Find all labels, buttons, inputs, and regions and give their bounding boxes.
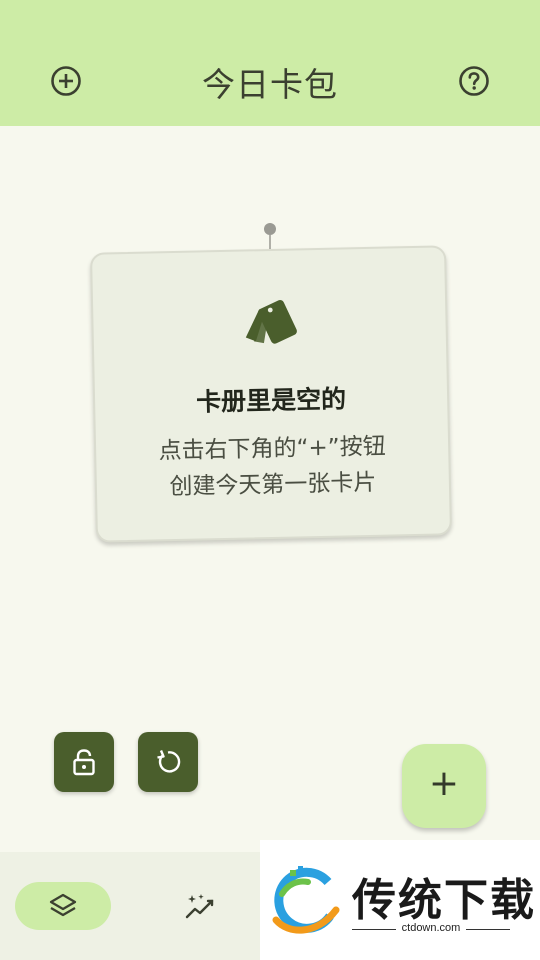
plus-icon: + xyxy=(428,763,460,804)
empty-hint-line-2: 创建今天第一张卡片 xyxy=(169,469,377,501)
watermark: 传统下载 ctdown.com xyxy=(260,840,540,960)
help-button[interactable] xyxy=(457,64,491,98)
card-pin xyxy=(264,223,276,235)
top-app-bar: 今日卡包 xyxy=(0,0,540,126)
nav-item-cards[interactable] xyxy=(15,882,111,930)
site-logo-icon xyxy=(272,866,340,934)
watermark-title: 传统下载 xyxy=(352,875,536,926)
empty-state-card: 卡册里是空的 点击右下角的“+”按钮 创建今天第一张卡片 xyxy=(90,245,452,543)
sparkle-trend-icon xyxy=(185,894,214,919)
nav-item-stats[interactable] xyxy=(184,890,218,924)
cards-icon xyxy=(245,300,297,344)
create-card-fab[interactable]: + xyxy=(402,744,486,828)
card-string xyxy=(269,235,271,249)
layers-icon xyxy=(49,893,77,917)
empty-title: 卡册里是空的 xyxy=(195,384,347,417)
refresh-icon xyxy=(157,750,181,773)
empty-hint-line-1: 点击右下角的“+”按钮 xyxy=(158,433,386,465)
question-circle-icon xyxy=(459,66,489,96)
refresh-button[interactable] xyxy=(138,732,198,792)
lock-button[interactable] xyxy=(54,732,114,792)
watermark-subtitle: ctdown.com xyxy=(352,922,510,934)
unlock-icon xyxy=(73,749,95,776)
